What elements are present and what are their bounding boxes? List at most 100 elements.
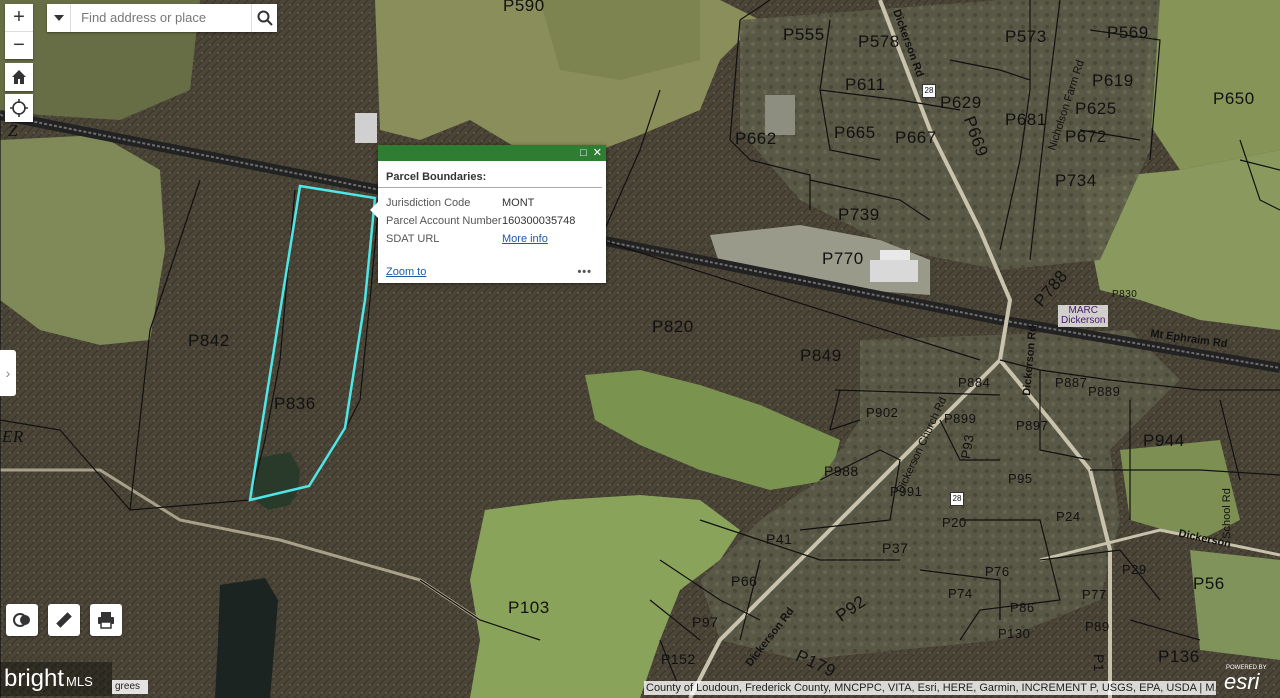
parcel-label: P76 — [985, 564, 1010, 579]
parcel-label: P97 — [692, 614, 719, 630]
parcel-label: P37 — [882, 540, 909, 556]
parcel-label: P899 — [944, 411, 977, 426]
attribute-key: Jurisdiction Code — [386, 197, 471, 209]
printer-icon — [98, 612, 114, 629]
road-label: School Rd — [1220, 488, 1233, 539]
locate-icon — [10, 99, 28, 117]
parcel-label: P770 — [822, 249, 864, 268]
attribute-row: Jurisdiction Code MONT — [386, 194, 575, 212]
parcel-label: P152 — [661, 651, 696, 667]
measure-button[interactable] — [48, 604, 80, 636]
close-icon[interactable]: ✕ — [593, 145, 602, 161]
parcel-label: P625 — [1075, 99, 1117, 118]
parcel-label: P619 — [1092, 71, 1134, 90]
parcel-label: P66 — [731, 573, 758, 589]
parcel-label: P836 — [274, 394, 316, 413]
popup-footer: Zoom to ••• — [386, 266, 592, 278]
parcel-label: P86 — [1010, 600, 1035, 615]
parcel-label: P681 — [1005, 110, 1047, 129]
search-button[interactable] — [251, 4, 277, 32]
parcel-label: P988 — [824, 463, 859, 479]
zoom-to-link[interactable]: Zoom to — [386, 266, 426, 278]
parcel-label: P887 — [1055, 375, 1088, 390]
attribute-value: MONT — [502, 197, 535, 209]
maximize-icon[interactable]: □ — [580, 145, 587, 161]
parcel-label: P650 — [1213, 89, 1255, 108]
parcel-label: P884 — [958, 375, 991, 390]
attribute-key: Parcel Account Number — [386, 215, 502, 227]
more-actions-button[interactable]: ••• — [577, 266, 592, 278]
parcel-label: P74 — [948, 586, 973, 601]
parcel-label: P569 — [1107, 23, 1149, 42]
locate-button[interactable] — [5, 94, 33, 122]
parcel-label: P130 — [998, 626, 1031, 641]
parcel-label: P1 — [1091, 653, 1108, 673]
parcel-label: P103 — [508, 598, 550, 617]
parcel-label: P739 — [838, 205, 880, 224]
parcel-label: P590 — [503, 0, 545, 15]
bright-mls-logo: bright MLS — [0, 662, 112, 696]
parcel-label: P944 — [1143, 431, 1185, 450]
logo-suffix: MLS — [66, 673, 93, 689]
parcel-label: P820 — [652, 317, 694, 336]
marc-station-label: MARC Dickerson — [1058, 305, 1109, 327]
popup-header: □ ✕ — [378, 145, 606, 161]
parcel-label: P830 — [1112, 289, 1138, 300]
search-source-dropdown[interactable] — [47, 4, 72, 32]
caret-down-icon — [53, 15, 64, 21]
parcel-label: P665 — [834, 123, 876, 142]
parcel-label: P555 — [783, 25, 825, 44]
layers-button[interactable] — [6, 604, 38, 636]
parcel-label: P662 — [735, 129, 777, 148]
attribution-text[interactable]: County of Loudoun, Frederick County, MNC… — [644, 681, 1216, 695]
parcel-label: P136 — [1158, 647, 1200, 666]
attribute-row: SDAT URL More info — [386, 230, 575, 248]
esri-wordmark: esri — [1224, 669, 1260, 694]
popup-title: Parcel Boundaries: — [378, 161, 602, 188]
parcel-label: P573 — [1005, 27, 1047, 46]
map-letter: ER — [2, 427, 24, 446]
chevron-right-icon: › — [5, 365, 11, 381]
parcel-label: P578 — [858, 32, 900, 51]
route-shield: 28 — [950, 492, 964, 506]
map-view[interactable]: P590 P555 P578 P573 P569 P650 P619 P611 … — [0, 0, 1280, 698]
parcel-label: P93 — [957, 433, 977, 460]
parcel-label: P897 — [1016, 418, 1049, 433]
parcel-label: P849 — [800, 346, 842, 365]
search-bar — [47, 4, 277, 32]
parcel-label: P889 — [1088, 384, 1121, 399]
parcel-attributes: Jurisdiction Code MONT Parcel Account Nu… — [386, 194, 575, 248]
print-button[interactable] — [90, 604, 122, 636]
parcel-label: P24 — [1056, 509, 1081, 524]
more-info-link[interactable]: More info — [502, 233, 548, 245]
parcel-label: P29 — [1122, 562, 1147, 577]
scale-bar: grees — [112, 680, 149, 694]
popup-pointer — [370, 202, 378, 218]
search-input[interactable] — [71, 4, 252, 30]
parcel-label: P667 — [895, 128, 937, 147]
parcel-label: P902 — [866, 405, 899, 420]
attribute-row: Parcel Account Number 160300035748 — [386, 212, 575, 230]
parcel-label: P842 — [188, 331, 230, 350]
expand-panel-button[interactable]: › — [0, 350, 16, 396]
layers-icon — [13, 613, 30, 627]
zoom-control: + − — [5, 4, 33, 59]
parcel-label: P672 — [1065, 127, 1107, 146]
parcel-label: P734 — [1055, 171, 1097, 190]
home-icon — [12, 70, 26, 84]
parcel-label: P611 — [845, 75, 886, 94]
home-button[interactable] — [5, 63, 33, 91]
route-shield: 28 — [922, 84, 936, 98]
ruler-icon — [56, 612, 72, 628]
parcel-label: P89 — [1085, 619, 1110, 634]
search-icon — [257, 10, 273, 26]
attribute-value: 160300035748 — [502, 215, 576, 227]
logo-brand: bright — [4, 665, 65, 692]
map-letter: Z — [8, 121, 18, 140]
parcel-popup: □ ✕ Parcel Boundaries: Jurisdiction Code… — [370, 145, 606, 283]
zoom-out-button[interactable]: − — [5, 31, 33, 59]
parcel-label: P56 — [1193, 574, 1225, 593]
parcel-label: P629 — [940, 93, 982, 112]
esri-logo: POWERED BY esri — [1222, 662, 1278, 696]
zoom-in-button[interactable]: + — [5, 4, 33, 31]
